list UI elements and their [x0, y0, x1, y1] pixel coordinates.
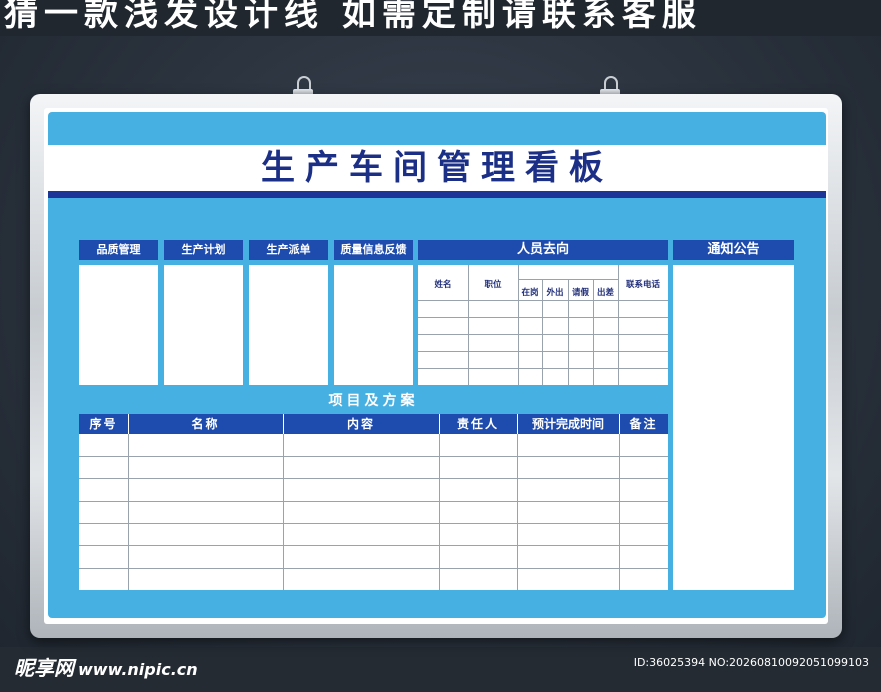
quality-panel	[79, 265, 158, 385]
personnel-col-leave: 请假	[571, 288, 589, 298]
project-col-name: 名称	[128, 414, 283, 434]
project-col-note: 备注	[619, 414, 668, 434]
personnel-col-position: 职位	[484, 280, 502, 290]
project-col-due: 预计完成时间	[517, 414, 619, 434]
project-col-owner: 责任人	[439, 414, 517, 434]
watermark-site-name: 昵享网	[14, 656, 74, 680]
header-divider	[283, 414, 284, 434]
personnel-col-present: 在岗	[521, 288, 539, 298]
header-divider	[619, 414, 620, 434]
top-banner-text: 猜一款浅发设计线 如需定制请联系客服	[4, 0, 702, 34]
personnel-col-trip: 出差	[596, 288, 614, 298]
project-col-content: 内容	[283, 414, 439, 434]
dispatch-panel	[249, 265, 328, 385]
watermark-id: ID:36025394 NO:20260810092051099103	[633, 656, 869, 669]
panel-header-dispatch: 生产派单	[249, 240, 328, 260]
header-divider	[128, 414, 129, 434]
top-banner: 猜一款浅发设计线 如需定制请联系客服	[0, 0, 881, 36]
feedback-panel	[334, 265, 413, 385]
personnel-col-name: 姓名	[434, 280, 452, 290]
board-title: 生产车间管理看板	[261, 148, 613, 188]
watermark-site: 昵享网 www.nipic.cn	[14, 652, 198, 681]
notice-panel	[673, 265, 794, 590]
panel-header-quality: 品质管理	[79, 240, 158, 260]
watermark-url: www.nipic.cn	[78, 660, 198, 679]
panel-header-plan: 生产计划	[164, 240, 243, 260]
project-grid	[79, 434, 668, 590]
header-divider	[517, 414, 518, 434]
title-underline	[48, 191, 826, 198]
personnel-col-out: 外出	[546, 288, 564, 298]
header-divider	[439, 414, 440, 434]
notice-header: 通知公告	[673, 240, 794, 260]
project-title: 项目及方案	[328, 393, 419, 409]
project-col-no: 序号	[79, 414, 128, 434]
personnel-col-phone: 联系电话	[625, 280, 660, 290]
plan-panel	[164, 265, 243, 385]
personnel-header: 人员去向	[418, 240, 668, 260]
panel-header-feedback: 质量信息反馈	[334, 240, 413, 260]
